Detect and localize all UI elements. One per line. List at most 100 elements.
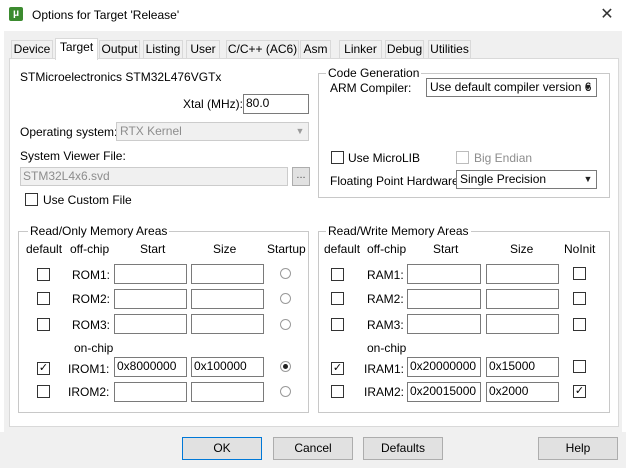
ram2-size-input[interactable] [486, 289, 559, 309]
device-name: STMicroelectronics STM32L476VGTx [20, 70, 222, 84]
rom3-start-input[interactable] [114, 314, 187, 334]
tab-utilities[interactable]: Utilities [428, 40, 471, 59]
xtal-label: Xtal (MHz): [183, 97, 243, 111]
iram1-noinit-checkbox[interactable] [573, 360, 586, 373]
irom1-label: IROM1: [68, 362, 110, 376]
irom2-label: IROM2: [68, 385, 110, 399]
ram3-start-input[interactable] [407, 314, 481, 334]
rom2-label: ROM2: [72, 292, 111, 306]
irom1-start-input[interactable]: 0x8000000 [114, 357, 187, 377]
ram-header-start: Start [433, 242, 459, 256]
os-label: Operating system: [20, 125, 118, 139]
ram2-start-input[interactable] [407, 289, 481, 309]
os-select-value: RTX Kernel [120, 124, 182, 138]
ram1-default-checkbox[interactable] [331, 268, 344, 281]
ram2-noinit-checkbox[interactable] [573, 292, 586, 305]
ram3-noinit-checkbox[interactable] [573, 318, 586, 331]
ram1-start-input[interactable] [407, 264, 481, 284]
ram-header-offchip: off-chip [367, 242, 407, 256]
cancel-button[interactable]: Cancel [273, 437, 353, 460]
tab-target[interactable]: Target [55, 38, 98, 60]
rom-onchip-label: on-chip [74, 341, 114, 355]
keil-app-icon: μ [9, 7, 23, 21]
os-select[interactable]: RTX Kernel ▼ [116, 122, 309, 141]
iram1-start-input[interactable]: 0x20000000 [407, 357, 481, 377]
ram1-noinit-checkbox[interactable] [573, 267, 586, 280]
rom3-size-input[interactable] [191, 314, 264, 334]
iram2-noinit-checkbox[interactable]: ✓ [573, 385, 586, 398]
iram1-default-checkbox[interactable]: ✓ [331, 362, 344, 375]
svd-file-input[interactable]: STM32L4x6.svd [20, 167, 288, 186]
tab-cpp[interactable]: C/C++ (AC6) [226, 40, 299, 59]
rom2-size-input[interactable] [191, 289, 264, 309]
irom1-startup-radio[interactable] [280, 361, 291, 372]
big-endian-checkbox[interactable] [456, 151, 469, 164]
rom1-start-input[interactable] [114, 264, 187, 284]
ram3-label: RAM3: [367, 318, 404, 332]
tab-output[interactable]: Output [99, 40, 140, 59]
tab-debug[interactable]: Debug [385, 40, 424, 59]
rom1-default-checkbox[interactable] [37, 268, 50, 281]
rom1-startup-radio[interactable] [280, 268, 291, 279]
code-generation-title: Code Generation [326, 66, 422, 80]
fph-value: Single Precision [460, 172, 547, 186]
rom1-size-input[interactable] [191, 264, 264, 284]
ram-header-default: default [324, 242, 361, 256]
close-icon[interactable]: ✕ [592, 3, 622, 27]
irom2-default-checkbox[interactable] [37, 385, 50, 398]
rom3-label: ROM3: [72, 318, 111, 332]
svd-label: System Viewer File: [20, 149, 126, 163]
rom-header-default: default [26, 242, 63, 256]
irom2-size-input[interactable] [191, 382, 264, 402]
microlib-checkbox[interactable] [331, 151, 344, 164]
ram-header-noinit: NoInit [564, 242, 596, 256]
iram2-start-input[interactable]: 0x20015000 [407, 382, 481, 402]
svd-browse-button[interactable]: ... [292, 167, 310, 186]
arm-compiler-value: Use default compiler version 6 [430, 80, 592, 94]
ok-button[interactable]: OK [182, 437, 262, 460]
tab-linker[interactable]: Linker [339, 40, 382, 59]
microlib-label: Use MicroLIB [348, 151, 421, 165]
rom2-default-checkbox[interactable] [37, 292, 50, 305]
tab-device[interactable]: Device [11, 40, 53, 59]
rom3-default-checkbox[interactable] [37, 318, 50, 331]
ram1-size-input[interactable] [486, 264, 559, 284]
chevron-down-icon: ▼ [583, 82, 593, 92]
iram2-label: IRAM2: [364, 385, 405, 399]
iram1-label: IRAM1: [364, 362, 405, 376]
rom2-startup-radio[interactable] [280, 293, 291, 304]
ram-header-size: Size [510, 242, 534, 256]
xtal-input[interactable]: 80.0 [243, 94, 309, 114]
big-endian-label: Big Endian [474, 151, 533, 165]
fph-select[interactable]: Single Precision ▼ [456, 170, 597, 189]
ram3-default-checkbox[interactable] [331, 318, 344, 331]
rom-header-offchip: off-chip [70, 242, 110, 256]
irom2-startup-radio[interactable] [280, 386, 291, 397]
rom3-startup-radio[interactable] [280, 319, 291, 330]
irom2-start-input[interactable] [114, 382, 187, 402]
window-title: Options for Target 'Release' [32, 8, 180, 22]
iram2-size-input[interactable]: 0x2000 [486, 382, 559, 402]
help-button[interactable]: Help [538, 437, 618, 460]
arm-compiler-select[interactable]: Use default compiler version 6 ▼ [426, 78, 597, 97]
custom-file-checkbox[interactable] [25, 193, 38, 206]
irom1-size-input[interactable]: 0x100000 [191, 357, 264, 377]
ram1-label: RAM1: [367, 268, 404, 282]
rom-header-start: Start [140, 242, 166, 256]
tab-user[interactable]: User [186, 40, 220, 59]
rom-header-startup: Startup [267, 242, 306, 256]
defaults-button[interactable]: Defaults [363, 437, 443, 460]
irom1-default-checkbox[interactable]: ✓ [37, 362, 50, 375]
arm-compiler-label: ARM Compiler: [330, 81, 412, 95]
tab-listing[interactable]: Listing [143, 40, 183, 59]
rom2-start-input[interactable] [114, 289, 187, 309]
ram2-default-checkbox[interactable] [331, 292, 344, 305]
ram3-size-input[interactable] [486, 314, 559, 334]
ram-group-title: Read/Write Memory Areas [326, 224, 471, 238]
tab-asm[interactable]: Asm [300, 40, 331, 59]
custom-file-label: Use Custom File [43, 193, 132, 207]
iram2-default-checkbox[interactable] [331, 385, 344, 398]
iram1-size-input[interactable]: 0x15000 [486, 357, 559, 377]
rom-header-size: Size [213, 242, 237, 256]
chevron-down-icon: ▼ [295, 126, 305, 136]
